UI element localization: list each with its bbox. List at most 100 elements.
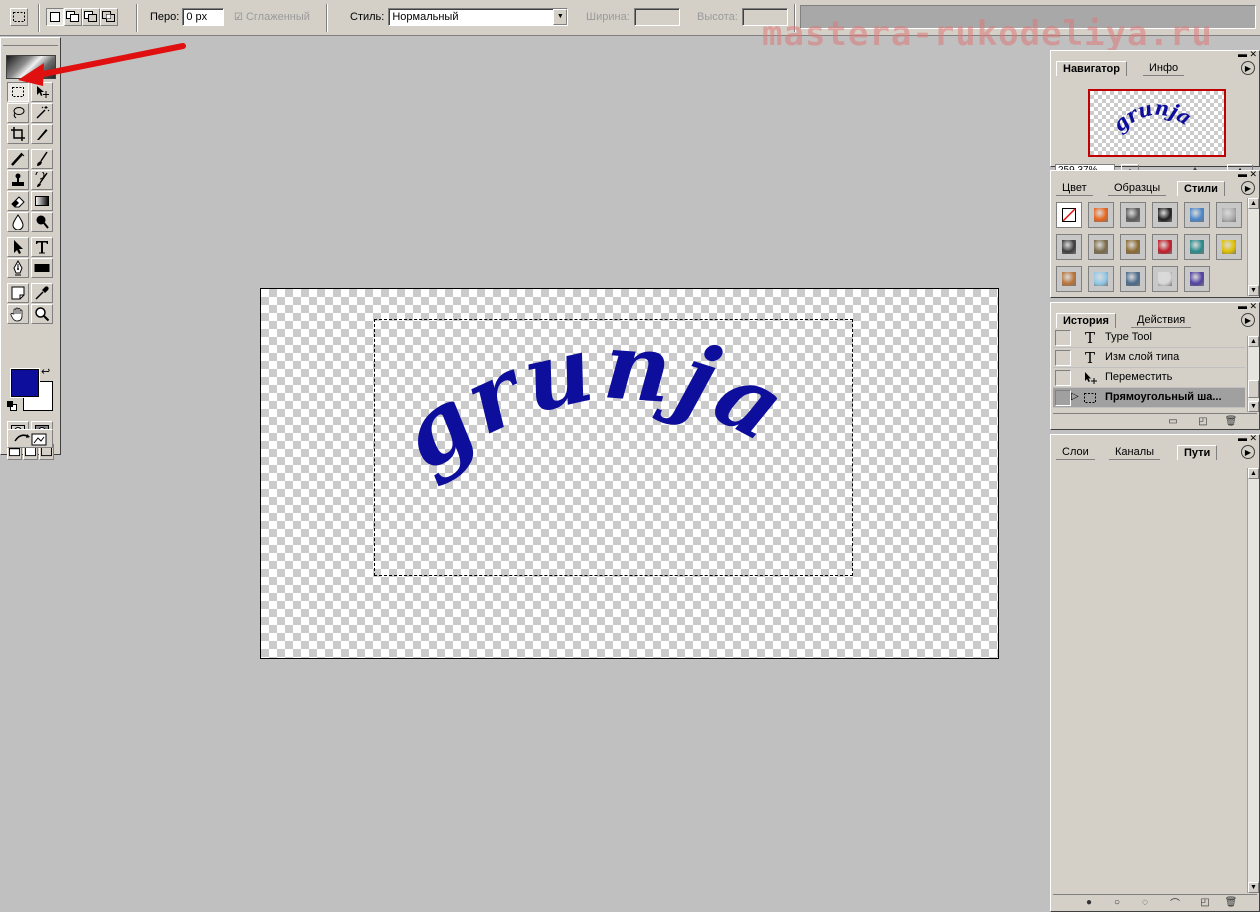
history-state[interactable]: T Изм слой типа [1053, 348, 1245, 368]
feather-input[interactable]: 0 px [182, 8, 225, 26]
adobe-online-logo[interactable] [6, 55, 56, 79]
palette-menu-icon[interactable]: ▶ [1241, 313, 1255, 327]
tab-channels[interactable]: Каналы [1109, 445, 1161, 460]
scroll-down-icon[interactable]: ▼ [1248, 882, 1259, 893]
history-brush-source-toggle[interactable] [1055, 370, 1071, 386]
close-icon[interactable]: ✕ [1249, 302, 1257, 311]
close-icon[interactable]: ✕ [1249, 170, 1257, 179]
lasso-tool-icon[interactable] [7, 103, 29, 123]
paths-scrollbar[interactable]: ▲ ▼ [1247, 468, 1259, 893]
chevron-down-icon[interactable]: ▼ [553, 9, 568, 25]
history-state-slider-icon[interactable]: ▷ [1071, 391, 1079, 402]
style-swatch[interactable] [1120, 234, 1146, 260]
tab-navigator[interactable]: Навигатор [1056, 61, 1127, 76]
tab-actions[interactable]: Действия [1131, 313, 1192, 328]
eraser-tool-icon[interactable] [7, 191, 29, 211]
scroll-thumb[interactable] [1248, 380, 1259, 398]
pen-tool-icon[interactable] [7, 258, 29, 278]
style-swatch[interactable] [1088, 266, 1114, 292]
close-icon[interactable]: ✕ [1249, 50, 1257, 59]
scroll-down-icon[interactable]: ▼ [1248, 401, 1259, 412]
scroll-up-icon[interactable]: ▲ [1248, 468, 1259, 479]
style-swatch[interactable] [1056, 234, 1082, 260]
gradient-tool-icon[interactable] [31, 191, 53, 211]
style-swatch[interactable] [1216, 234, 1242, 260]
style-swatch[interactable] [1056, 266, 1082, 292]
zoom-tool-icon[interactable] [31, 304, 53, 324]
history-state[interactable]: ▷ Прямоугольный ша... [1053, 388, 1245, 408]
style-swatch[interactable] [1184, 234, 1210, 260]
blur-tool-icon[interactable] [7, 212, 29, 232]
dodge-tool-icon[interactable] [31, 212, 53, 232]
new-selection-icon[interactable] [46, 8, 64, 26]
tab-layers[interactable]: Слои [1056, 445, 1095, 460]
notes-tool-icon[interactable] [7, 283, 29, 303]
trash-icon[interactable]: 🗑 [1223, 415, 1239, 428]
new-document-from-state-icon[interactable]: ▭ [1165, 415, 1181, 428]
style-swatch[interactable] [1152, 266, 1178, 292]
tab-styles[interactable]: Стили [1177, 181, 1225, 196]
stroke-path-icon[interactable]: ○ [1109, 896, 1125, 909]
height-input[interactable] [741, 8, 788, 26]
fill-path-icon[interactable]: ● [1081, 896, 1097, 909]
style-swatch[interactable] [1184, 266, 1210, 292]
move-tool-icon[interactable] [31, 82, 53, 102]
rect-marquee-tool-icon[interactable] [7, 82, 29, 102]
style-swatch[interactable] [1056, 202, 1082, 228]
history-brush-source-toggle[interactable] [1055, 330, 1071, 346]
close-icon[interactable]: ✕ [1249, 434, 1257, 443]
intersect-selection-icon[interactable] [100, 8, 118, 26]
history-brush-tool-icon[interactable] [31, 170, 53, 190]
palette-menu-icon[interactable]: ▶ [1241, 181, 1255, 195]
history-scrollbar[interactable]: ▲ ▼ [1247, 336, 1259, 412]
paths-list[interactable] [1053, 460, 1257, 892]
brush-tool-icon[interactable] [31, 149, 53, 169]
make-work-path-icon[interactable]: ⌒ [1167, 896, 1183, 910]
style-swatch[interactable] [1088, 202, 1114, 228]
history-state[interactable]: Переместить [1053, 368, 1245, 388]
tab-color[interactable]: Цвет [1056, 181, 1093, 196]
healing-brush-tool-icon[interactable] [7, 149, 29, 169]
toolbox-grip[interactable] [3, 40, 58, 46]
style-swatch[interactable] [1088, 234, 1114, 260]
style-swatch[interactable] [1120, 202, 1146, 228]
navigator-thumbnail[interactable]: grunja [1088, 89, 1226, 157]
minimize-icon[interactable]: ▬ [1238, 302, 1247, 311]
history-brush-source-toggle[interactable] [1055, 350, 1071, 366]
hand-tool-icon[interactable] [7, 304, 29, 324]
new-path-icon[interactable]: ◰ [1197, 896, 1213, 909]
slice-tool-icon[interactable] [31, 124, 53, 144]
rectangle-shape-tool-icon[interactable] [31, 258, 53, 278]
rect-marquee-preset-icon[interactable] [10, 8, 28, 26]
default-colors-icon[interactable] [7, 401, 17, 411]
tool-preset-picker[interactable] [10, 7, 28, 27]
load-path-as-selection-icon[interactable]: ◌ [1137, 896, 1153, 909]
style-select[interactable]: Нормальный ▼ [388, 8, 569, 26]
magic-wand-tool-icon[interactable] [31, 103, 53, 123]
swap-colors-icon[interactable]: ↩ [41, 365, 50, 378]
tab-swatches[interactable]: Образцы [1108, 181, 1167, 196]
new-snapshot-icon[interactable]: ◰ [1195, 415, 1211, 428]
crop-tool-icon[interactable] [7, 124, 29, 144]
subtract-from-selection-icon[interactable] [82, 8, 100, 26]
width-input[interactable] [633, 8, 680, 26]
jump-to-imageready-button[interactable] [7, 429, 53, 448]
history-brush-source-toggle[interactable] [1055, 390, 1071, 406]
style-swatch[interactable] [1120, 266, 1146, 292]
style-swatch[interactable] [1152, 234, 1178, 260]
style-swatch[interactable] [1184, 202, 1210, 228]
antialias-checkbox[interactable]: ☑ [234, 12, 243, 23]
palette-menu-icon[interactable]: ▶ [1241, 445, 1255, 459]
eyedropper-tool-icon[interactable] [31, 283, 53, 303]
minimize-icon[interactable]: ▬ [1238, 170, 1247, 179]
history-state[interactable]: T Type Tool [1053, 328, 1245, 348]
style-swatch[interactable] [1152, 202, 1178, 228]
type-tool-icon[interactable] [31, 237, 53, 257]
style-swatch[interactable] [1216, 202, 1242, 228]
palette-well[interactable] [800, 5, 1256, 29]
trash-icon[interactable]: 🗑 [1223, 896, 1239, 909]
scroll-down-icon[interactable]: ▼ [1248, 285, 1259, 296]
path-selection-tool-icon[interactable] [7, 237, 29, 257]
tab-history[interactable]: История [1056, 313, 1116, 328]
tab-info[interactable]: Инфо [1143, 61, 1185, 76]
